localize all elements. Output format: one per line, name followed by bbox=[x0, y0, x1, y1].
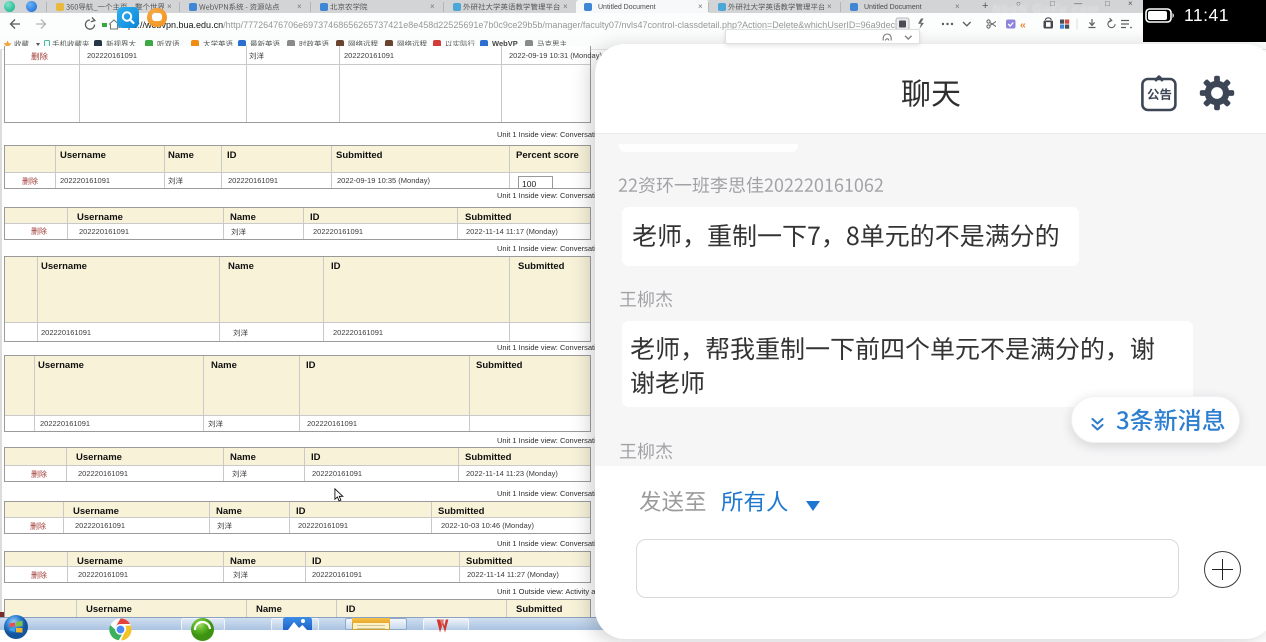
svg-text:«: « bbox=[1020, 19, 1026, 31]
